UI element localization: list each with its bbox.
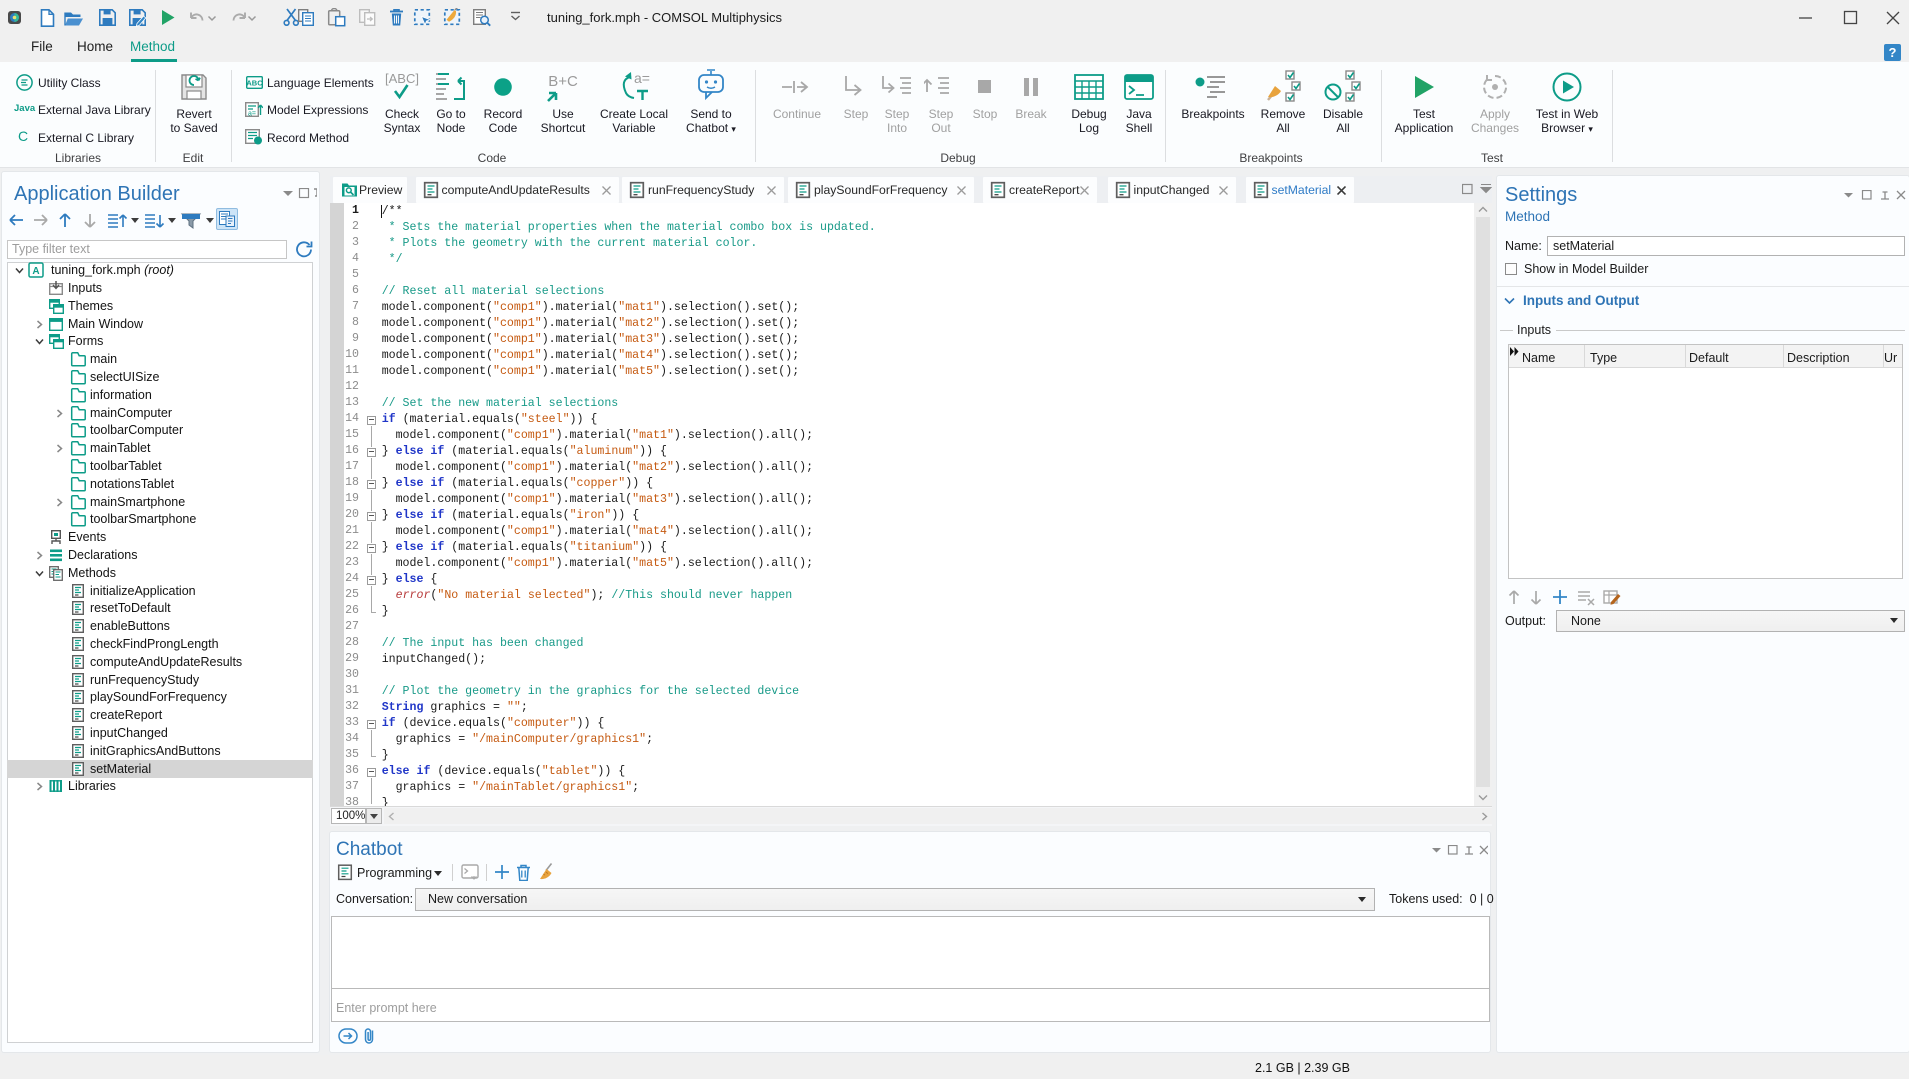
svg-text:A: A bbox=[32, 266, 39, 277]
svg-text:a=: a= bbox=[248, 111, 256, 118]
svg-text:B+C: B+C bbox=[548, 73, 578, 90]
svg-text:ABC: ABC bbox=[246, 79, 263, 88]
svg-text:a=: a= bbox=[634, 70, 650, 86]
